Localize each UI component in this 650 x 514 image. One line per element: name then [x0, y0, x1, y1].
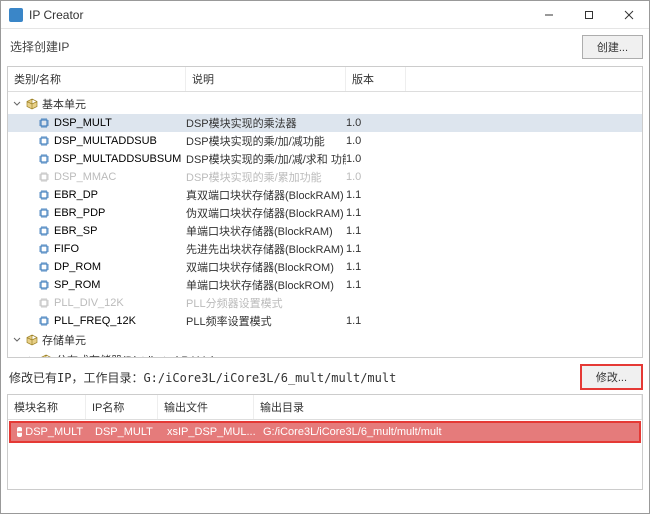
- existing-ip-row[interactable]: − DSP_MULT DSP_MULT xsIP_DSP_MUL... G:/i…: [9, 421, 641, 443]
- col-ver[interactable]: 版本: [346, 67, 406, 91]
- chip-icon: [38, 189, 50, 201]
- app-icon: [9, 8, 23, 22]
- chip-icon: [38, 153, 50, 165]
- tree-row[interactable]: PLL_FREQ_12K PLL频率设置模式 1.1: [8, 312, 642, 330]
- remove-icon: −: [17, 427, 22, 437]
- row-dir: G:/iCore3L/iCore3L/6_mult/mult/mult: [257, 423, 639, 441]
- tree-row[interactable]: PLL_DIV_12K PLL分频器设置模式: [8, 294, 642, 312]
- modify-button[interactable]: 修改...: [580, 364, 643, 390]
- tree-row[interactable]: SP_ROM 单端口块状存储器(BlockROM) 1.1: [8, 276, 642, 294]
- chip-icon: [38, 207, 50, 219]
- row-module: DSP_MULT: [25, 426, 83, 438]
- tree-row[interactable]: DSP_MULTADDSUB DSP模块实现的乘/加/减功能 1.0: [8, 132, 642, 150]
- tree-row[interactable]: DSP_MULT DSP模块实现的乘法器 1.0: [8, 114, 642, 132]
- col-desc[interactable]: 说明: [186, 67, 346, 91]
- existing-ip-panel: 模块名称 IP名称 输出文件 输出目录 − DSP_MULT DSP_MULT …: [7, 394, 643, 490]
- window-title: IP Creator: [29, 8, 529, 22]
- row-ip: DSP_MULT: [89, 423, 161, 441]
- chip-icon: [38, 315, 50, 327]
- cube-icon: [26, 334, 38, 346]
- ip-tree-panel: 类别/名称 说明 版本 基本单元 DSP_MULT DSP模块实现的乘法器 1.…: [7, 66, 643, 358]
- col-output[interactable]: 输出文件: [158, 395, 254, 419]
- tree-row[interactable]: EBR_DP 真双端口块状存储器(BlockRAM) 1.1: [8, 186, 642, 204]
- minimize-button[interactable]: [529, 1, 569, 29]
- cube-icon: [40, 354, 52, 358]
- col-ipname[interactable]: IP名称: [86, 395, 158, 419]
- chip-icon: [38, 297, 50, 309]
- group-storage[interactable]: 存储单元: [8, 330, 642, 350]
- create-label: 选择创建IP: [7, 33, 576, 60]
- chip-icon: [38, 279, 50, 291]
- chip-icon: [38, 135, 50, 147]
- existing-header: 模块名称 IP名称 输出文件 输出目录: [8, 395, 642, 420]
- titlebar: IP Creator: [1, 1, 649, 29]
- tree-row[interactable]: DSP_MULTADDSUBSUM DSP模块实现的乘/加/减/求和 功能 1.…: [8, 150, 642, 168]
- chip-icon: [38, 225, 50, 237]
- group-basic[interactable]: 基本单元: [8, 94, 642, 114]
- close-button[interactable]: [609, 1, 649, 29]
- modify-row: 修改已有IP，工作目录：G:/iCore3L/iCore3L/6_mult/mu…: [7, 364, 643, 390]
- tree-row[interactable]: FIFO 先进先出块状存储器(BlockRAM) 1.1: [8, 240, 642, 258]
- create-button[interactable]: 创建...: [582, 35, 643, 59]
- tree-header: 类别/名称 说明 版本: [8, 67, 642, 92]
- ip-tree[interactable]: 基本单元 DSP_MULT DSP模块实现的乘法器 1.0 DSP_MULTAD…: [8, 92, 642, 358]
- tree-row[interactable]: DSP_MMAC DSP模块实现的乘/累加功能 1.0: [8, 168, 642, 186]
- status-text: 修改已有IP，工作目录：G:/iCore3L/iCore3L/6_mult/mu…: [7, 366, 574, 389]
- col-name[interactable]: 类别/名称: [8, 67, 186, 91]
- chip-icon: [38, 117, 50, 129]
- tree-subgroup[interactable]: 分布式存储器(Distributed RAMs): [8, 350, 642, 358]
- chip-icon: [38, 171, 50, 183]
- tree-row[interactable]: EBR_PDP 伪双端口块状存储器(BlockRAM) 1.1: [8, 204, 642, 222]
- chip-icon: [38, 261, 50, 273]
- tree-row[interactable]: DP_ROM 双端口块状存储器(BlockROM) 1.1: [8, 258, 642, 276]
- chip-icon: [38, 243, 50, 255]
- cube-icon: [26, 98, 38, 110]
- create-row: 选择创建IP 创建...: [1, 29, 649, 66]
- tree-row[interactable]: EBR_SP 单端口块状存储器(BlockRAM) 1.1: [8, 222, 642, 240]
- col-module[interactable]: 模块名称: [8, 395, 86, 419]
- col-outdir[interactable]: 输出目录: [254, 395, 642, 419]
- maximize-button[interactable]: [569, 1, 609, 29]
- row-output: xsIP_DSP_MUL...: [161, 423, 257, 441]
